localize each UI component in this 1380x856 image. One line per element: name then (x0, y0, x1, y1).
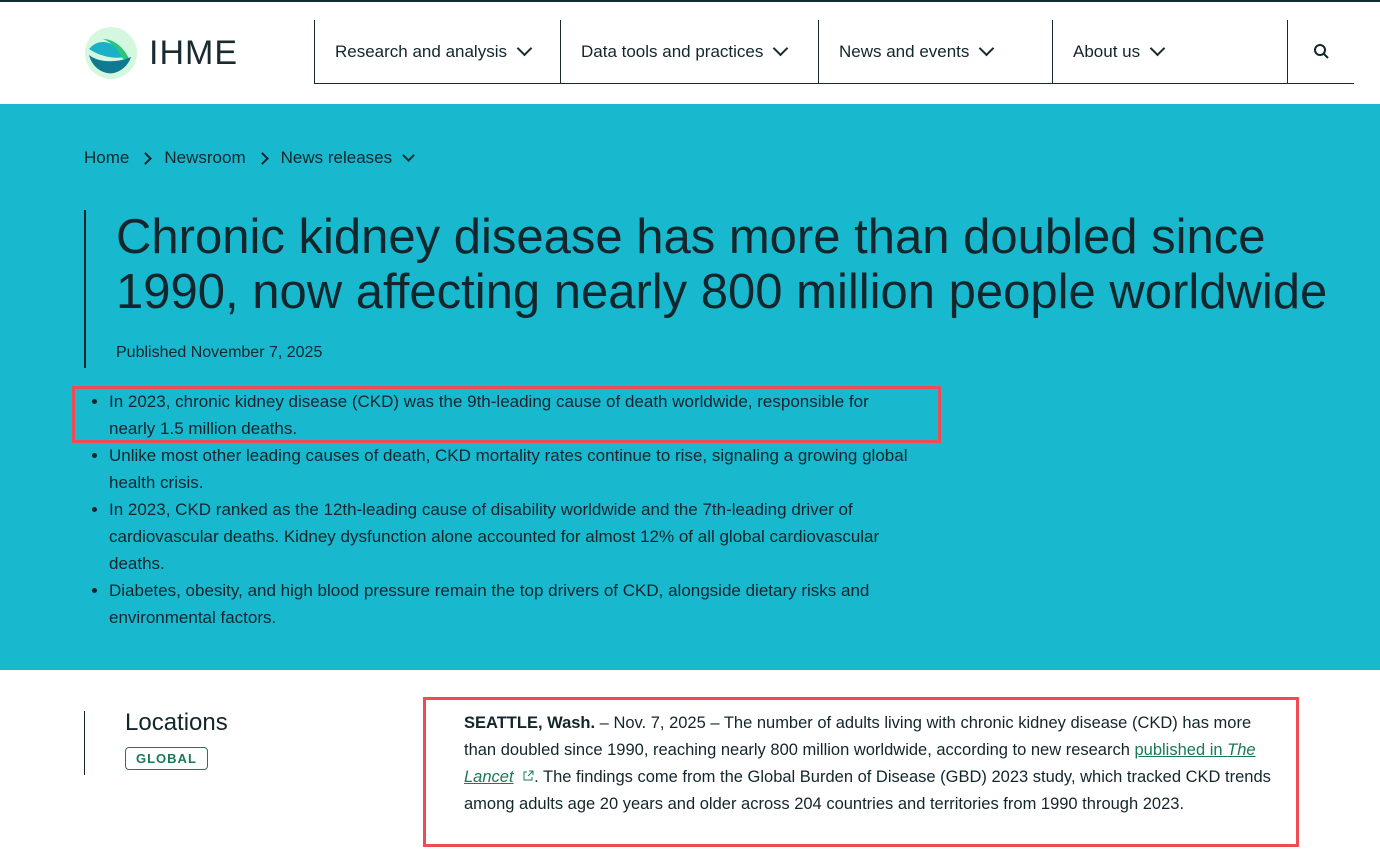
chevron-down-icon (979, 40, 995, 57)
key-point: In 2023, CKD ranked as the 12th-leading … (109, 496, 919, 577)
title-block: Chronic kidney disease has more than dou… (84, 210, 1336, 368)
chevron-down-icon (516, 40, 533, 57)
breadcrumb-news-releases[interactable]: News releases (281, 148, 393, 168)
chevron-down-icon (1149, 40, 1166, 57)
external-link-icon (523, 770, 534, 781)
key-point: Diabetes, obesity, and high blood pressu… (109, 577, 919, 631)
body-text: . The findings come from the Global Burd… (464, 768, 1271, 813)
nav-label: Research and analysis (335, 41, 507, 61)
nav-news-events[interactable]: News and events (818, 20, 1052, 83)
hero-section: Home Newsroom News releases Chronic kidn… (0, 104, 1380, 670)
chevron-down-icon (773, 40, 789, 57)
search-button[interactable] (1287, 20, 1354, 83)
main-nav: Research and analysis Data tools and pra… (314, 20, 1354, 84)
nav-research[interactable]: Research and analysis (314, 20, 560, 83)
brand-name: IHME (149, 33, 238, 72)
location-badge-global[interactable]: GLOBAL (125, 747, 208, 770)
chevron-right-icon (139, 151, 153, 165)
ihme-logo-icon (85, 27, 137, 79)
nav-about[interactable]: About us (1052, 20, 1287, 83)
nav-data-tools[interactable]: Data tools and practices (560, 20, 818, 83)
page-title: Chronic kidney disease has more than dou… (116, 210, 1328, 319)
dateline: SEATTLE, Wash. (464, 714, 596, 732)
chevron-down-icon[interactable] (402, 148, 415, 162)
search-icon (1313, 44, 1329, 59)
key-point: In 2023, chronic kidney disease (CKD) wa… (109, 388, 919, 442)
ihme-logo[interactable]: IHME (85, 27, 238, 79)
breadcrumb: Home Newsroom News releases (84, 148, 415, 168)
top-border (0, 0, 1380, 2)
key-point: Unlike most other leading causes of deat… (109, 442, 919, 496)
nav-label: Data tools and practices (581, 41, 764, 61)
chevron-right-icon (255, 151, 269, 165)
key-points: In 2023, chronic kidney disease (CKD) wa… (109, 388, 919, 631)
locations-panel: Locations GLOBAL (84, 709, 228, 775)
locations-heading: Locations (125, 709, 228, 736)
published-date: Published November 7, 2025 (116, 344, 323, 361)
link-text: published in (1134, 741, 1228, 759)
nav-label: About us (1073, 41, 1141, 61)
article-body: SEATTLE, Wash. – Nov. 7, 2025 – The numb… (464, 710, 1284, 818)
breadcrumb-newsroom[interactable]: Newsroom (164, 148, 245, 168)
breadcrumb-home[interactable]: Home (84, 148, 129, 168)
nav-label: News and events (839, 41, 970, 61)
